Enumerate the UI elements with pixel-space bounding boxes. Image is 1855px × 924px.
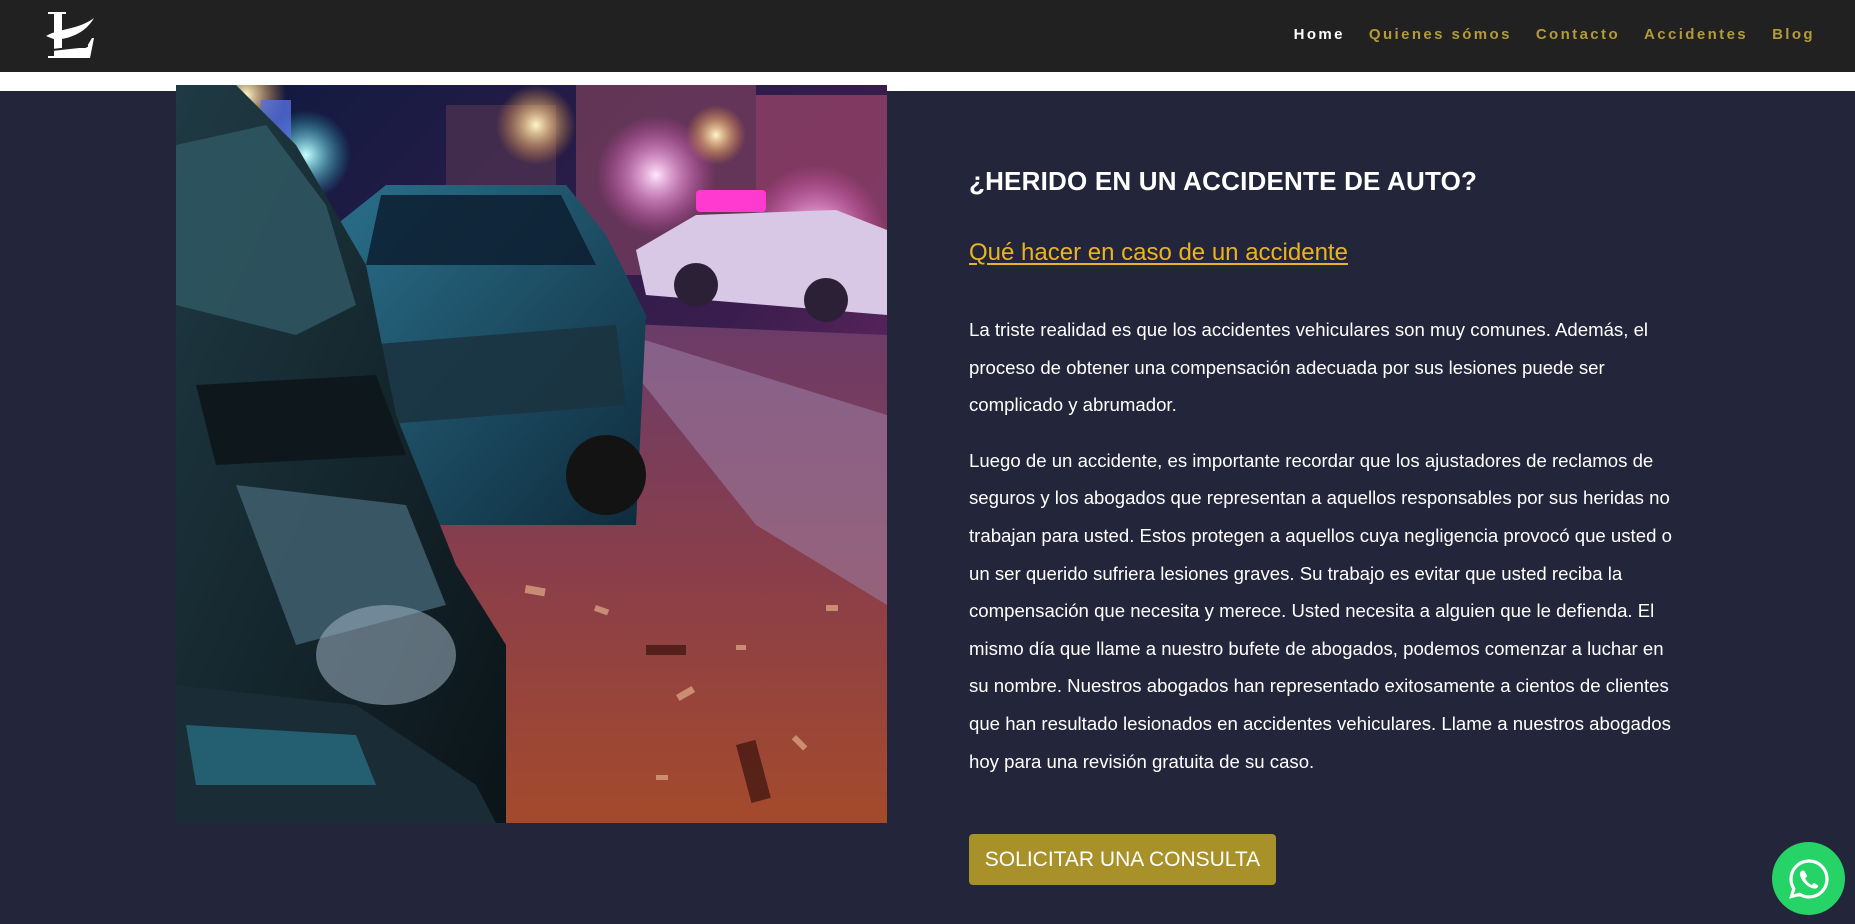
car-accident-photo xyxy=(176,85,887,823)
nav-home[interactable]: Home xyxy=(1294,26,1345,43)
nav-blog[interactable]: Blog xyxy=(1772,26,1815,43)
page-title: ¿HERIDO EN UN ACCIDENTE DE AUTO? xyxy=(969,166,1478,196)
main-nav: Home Quienes sómos Contacto Accidentes B… xyxy=(1294,0,1815,68)
whatsapp-icon xyxy=(1788,858,1829,899)
request-consultation-button[interactable]: SOLICITAR UNA CONSULTA xyxy=(969,834,1276,885)
intro-paragraph: La triste realidad es que los accidentes… xyxy=(969,319,1649,416)
site-header: Home Quienes sómos Contacto Accidentes B… xyxy=(0,0,1855,72)
main-content: ¿HERIDO EN UN ACCIDENTE DE AUTO? Qué hac… xyxy=(969,166,1681,780)
nav-contacto[interactable]: Contacto xyxy=(1536,26,1620,43)
details-paragraph: Luego de un accidente, es importante rec… xyxy=(969,449,1672,772)
nav-quienes-somos[interactable]: Quienes sómos xyxy=(1369,26,1512,43)
law-firm-logo-icon[interactable] xyxy=(42,6,98,64)
accident-guide-link[interactable]: Qué hacer en caso de un accidente xyxy=(969,239,1681,267)
whatsapp-button[interactable] xyxy=(1772,842,1845,915)
nav-accidentes[interactable]: Accidentes xyxy=(1644,26,1748,43)
